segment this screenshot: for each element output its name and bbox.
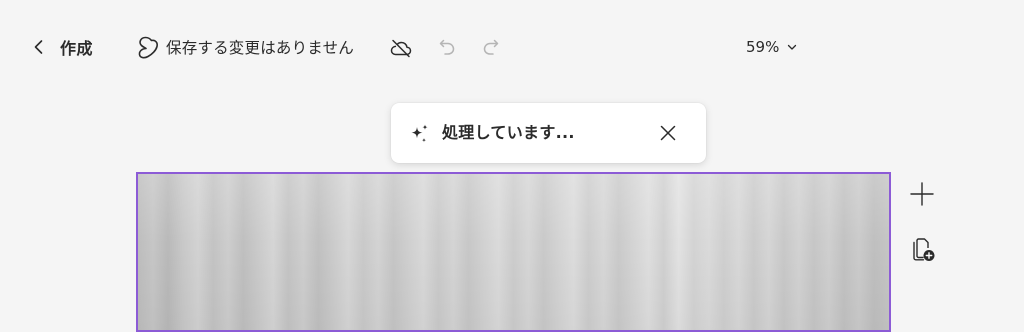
zoom-value: 59% — [746, 38, 780, 56]
undo-icon — [439, 39, 455, 55]
save-status-text: 保存する変更はありません — [166, 39, 354, 57]
plus-icon — [910, 182, 934, 206]
redo-button[interactable] — [478, 34, 504, 60]
chevron-left-icon — [34, 40, 43, 54]
close-icon — [660, 125, 676, 141]
processing-toast: 処理しています... — [391, 103, 706, 163]
zoom-selector[interactable]: 59% — [746, 34, 797, 60]
chevron-down-icon — [788, 44, 797, 50]
redo-icon — [483, 39, 499, 55]
app-logo-icon — [138, 36, 158, 59]
cloud-sync-button[interactable] — [388, 35, 414, 61]
undo-button[interactable] — [434, 34, 460, 60]
top-toolbar: 作成 保存する変更はありません 59% — [0, 0, 1024, 94]
canvas-image[interactable] — [138, 174, 889, 330]
add-element-button[interactable] — [908, 180, 936, 208]
add-page-button[interactable] — [908, 234, 938, 264]
back-label: 作成 — [60, 39, 94, 58]
add-page-icon — [913, 238, 935, 261]
toast-close-button[interactable] — [655, 120, 681, 146]
back-button[interactable]: 作成 — [32, 31, 93, 63]
save-status: 保存する変更はありません — [136, 31, 354, 63]
sparkle-icon — [411, 124, 428, 143]
selected-image-frame[interactable] — [136, 172, 891, 332]
cloud-off-icon — [390, 39, 412, 58]
toast-message: 処理しています... — [442, 123, 575, 142]
